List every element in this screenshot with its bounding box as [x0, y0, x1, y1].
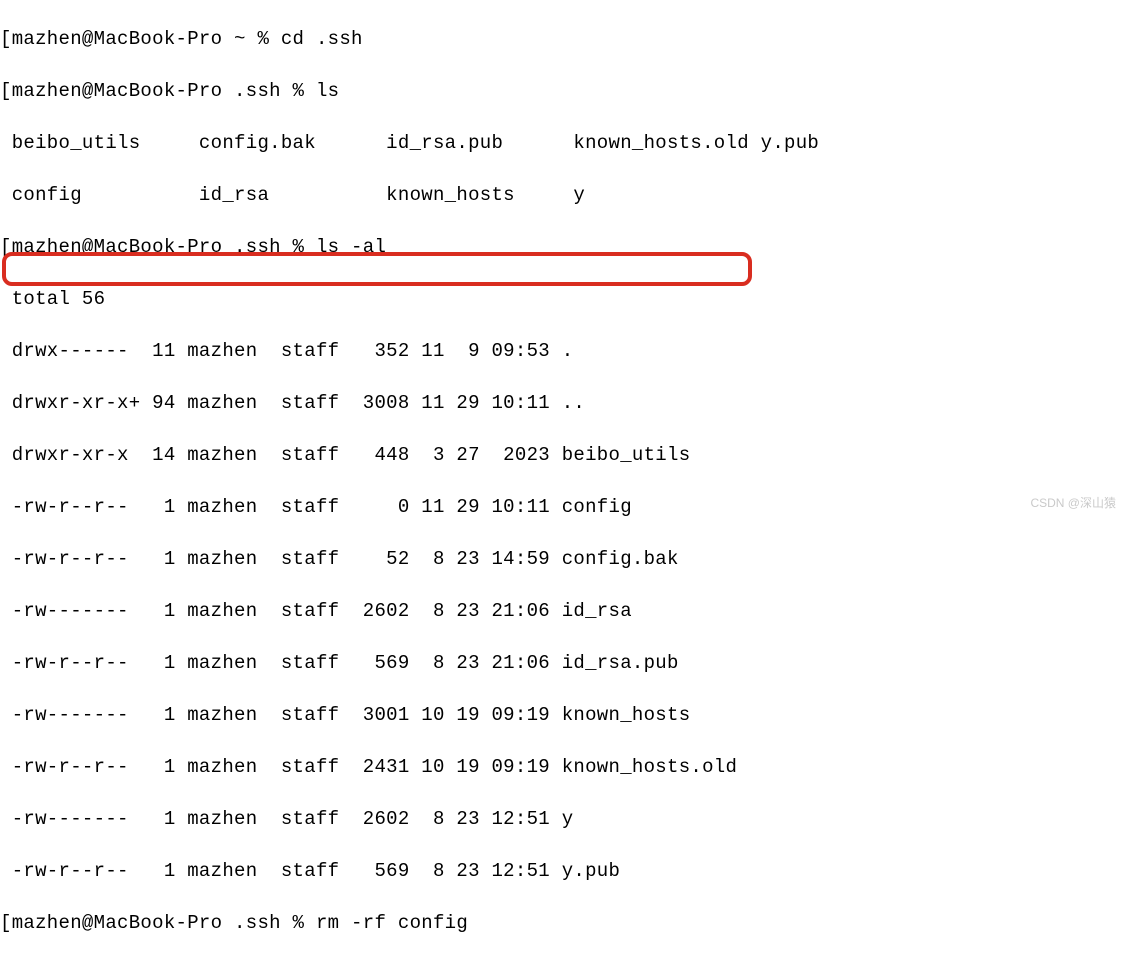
prompt-line-ls-al: [mazhen@MacBook-Pro .ssh % ls -al	[0, 234, 1126, 260]
list-item-dot: drwx------ 11 mazhen staff 352 11 9 09:5…	[0, 338, 1126, 364]
prompt-line-ls: [mazhen@MacBook-Pro .ssh % ls	[0, 78, 1126, 104]
list-item-config: -rw-r--r-- 1 mazhen staff 0 11 29 10:11 …	[0, 494, 1126, 520]
ls-output-row2: config id_rsa known_hosts y	[0, 182, 1126, 208]
ls-output-row1: beibo_utils config.bak id_rsa.pub known_…	[0, 130, 1126, 156]
prompt-line-rm: [mazhen@MacBook-Pro .ssh % rm -rf config	[0, 910, 1126, 936]
list-item-id-rsa: -rw------- 1 mazhen staff 2602 8 23 21:0…	[0, 598, 1126, 624]
list-item-beibo: drwxr-xr-x 14 mazhen staff 448 3 27 2023…	[0, 442, 1126, 468]
prompt-line-cd: [mazhen@MacBook-Pro ~ % cd .ssh	[0, 26, 1126, 52]
list-item-known-hosts-old: -rw-r--r-- 1 mazhen staff 2431 10 19 09:…	[0, 754, 1126, 780]
list-item-id-rsa-pub: -rw-r--r-- 1 mazhen staff 569 8 23 21:06…	[0, 650, 1126, 676]
list-item-y-pub: -rw-r--r-- 1 mazhen staff 569 8 23 12:51…	[0, 858, 1126, 884]
list-item-dotdot: drwxr-xr-x+ 94 mazhen staff 3008 11 29 1…	[0, 390, 1126, 416]
list-item-known-hosts: -rw------- 1 mazhen staff 3001 10 19 09:…	[0, 702, 1126, 728]
list-item-config-bak: -rw-r--r-- 1 mazhen staff 52 8 23 14:59 …	[0, 546, 1126, 572]
terminal-output[interactable]: [mazhen@MacBook-Pro ~ % cd .ssh [mazhen@…	[0, 0, 1126, 962]
watermark-text: CSDN @深山猿	[1030, 490, 1116, 516]
total-line: total 56	[0, 286, 1126, 312]
list-item-y: -rw------- 1 mazhen staff 2602 8 23 12:5…	[0, 806, 1126, 832]
